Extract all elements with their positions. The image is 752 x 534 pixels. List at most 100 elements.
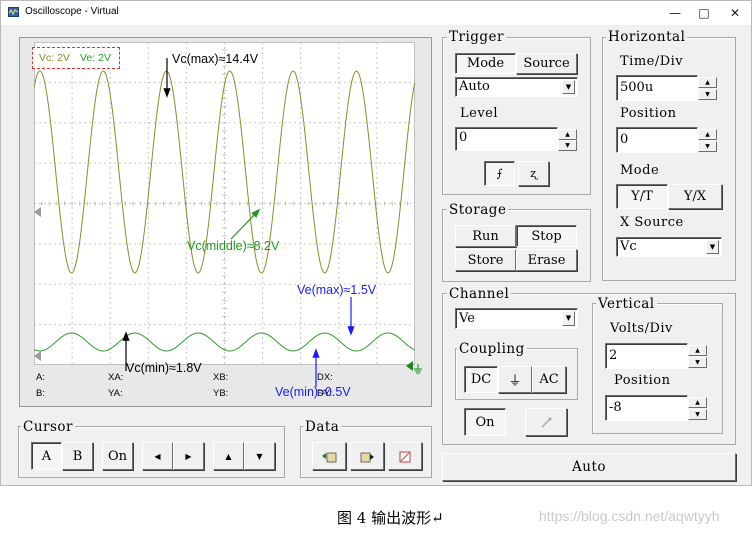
spin-up-icon[interactable]: ▲ xyxy=(688,345,707,356)
yx-mode-button[interactable]: Y/X xyxy=(668,184,722,209)
maximize-button[interactable]: □ xyxy=(689,3,719,23)
vertical-title: Vertical xyxy=(596,296,657,312)
mode-label: Mode xyxy=(620,163,660,178)
vertical-position-spinner[interactable]: ▲ ▼ xyxy=(688,397,707,421)
scope-screen[interactable] xyxy=(34,42,415,365)
trigger-level-label: Level xyxy=(460,106,499,121)
cursor-on-button[interactable]: On xyxy=(102,442,133,470)
waveform-graph xyxy=(34,42,415,365)
trigger-title: Trigger xyxy=(447,29,507,45)
arrow-down-icon: ▼ xyxy=(256,451,263,461)
auto-button[interactable]: Auto xyxy=(442,453,736,481)
figure-caption: 图 4 输出波形↵ xyxy=(337,509,444,527)
cursor-up-button[interactable]: ▲ xyxy=(213,442,244,470)
cursor-left-button[interactable]: ◀ xyxy=(142,442,173,470)
channel-on-button[interactable]: On xyxy=(464,408,506,436)
volts-div-input[interactable]: 2 xyxy=(605,343,688,369)
title-bar: Oscilloscope - Virtual — □ ✕ xyxy=(1,1,751,25)
channel-select[interactable]: Ve ▼ xyxy=(455,308,578,329)
stop-button[interactable]: Stop xyxy=(516,225,577,247)
data-load-button[interactable] xyxy=(312,442,346,470)
scope-grid xyxy=(34,42,415,365)
save-data-icon xyxy=(360,452,374,462)
meas-xa: XA: xyxy=(108,372,124,383)
probe-icon xyxy=(541,417,552,428)
spin-down-icon[interactable]: ▼ xyxy=(558,140,577,151)
watermark-text: https://blog.csdn.net/aqwtyyh xyxy=(539,508,720,524)
yt-mode-button[interactable]: Y/T xyxy=(616,184,668,209)
horizontal-position-input[interactable]: 0 xyxy=(616,127,698,153)
horizontal-title: Horizontal xyxy=(606,29,688,45)
chevron-down-icon[interactable]: ▼ xyxy=(562,80,575,94)
time-div-input[interactable]: 500u xyxy=(616,75,698,101)
cursor-title: Cursor xyxy=(21,419,75,435)
cursor-b-button[interactable]: B xyxy=(62,442,93,470)
spin-up-icon[interactable]: ▲ xyxy=(688,397,707,408)
x-source-select[interactable]: Vc ▼ xyxy=(616,237,722,257)
arrow-left-icon: ◀ xyxy=(154,451,161,461)
ac-coupling-button[interactable]: AC xyxy=(532,366,566,393)
coupling-label: Coupling xyxy=(457,341,527,357)
data-save-button[interactable] xyxy=(350,442,384,470)
ve-scale-tag: Ve: 2V xyxy=(80,52,111,64)
spin-up-icon[interactable]: ▲ xyxy=(698,129,717,140)
meas-b: B: xyxy=(36,388,45,399)
clear-data-icon xyxy=(399,451,411,462)
cursor-down-button[interactable]: ▼ xyxy=(244,442,275,470)
rising-edge-button[interactable]: ⨍ xyxy=(484,161,515,186)
spin-up-icon[interactable]: ▲ xyxy=(698,77,717,88)
chevron-down-icon[interactable]: ▼ xyxy=(706,240,719,254)
spin-down-icon[interactable]: ▼ xyxy=(688,357,707,368)
channel-scale-box: Vc: 2V Ve: 2V xyxy=(32,47,120,69)
meas-xb: XB: xyxy=(213,372,229,383)
erase-button[interactable]: Erase xyxy=(516,249,577,271)
spin-down-icon[interactable]: ▼ xyxy=(688,409,707,420)
ve-max-annotation: Ve(max)≈1.5V xyxy=(297,283,377,297)
vc-middle-annotation: Vc(middle)≈8.2V xyxy=(187,239,280,253)
spin-down-icon[interactable]: ▼ xyxy=(698,89,717,100)
trigger-level-input[interactable]: 0 xyxy=(455,127,558,151)
oscilloscope-app-icon xyxy=(8,7,19,17)
rising-edge-icon: ⨍ xyxy=(496,167,503,180)
dc-coupling-button[interactable]: DC xyxy=(464,366,498,393)
arrow-up-icon: ▲ xyxy=(225,451,232,461)
window-title: Oscilloscope - Virtual xyxy=(25,6,119,17)
arrow-right-icon: ▶ xyxy=(185,451,192,461)
time-div-label: Time/Div xyxy=(620,54,684,69)
trigger-level-spinner[interactable]: ▲ ▼ xyxy=(558,129,577,151)
trigger-select-value: Auto xyxy=(459,79,490,94)
cursor-right-button[interactable]: ▶ xyxy=(173,442,204,470)
horizontal-position-spinner[interactable]: ▲ ▼ xyxy=(698,129,717,153)
run-button[interactable]: Run xyxy=(455,225,516,247)
spin-down-icon[interactable]: ▼ xyxy=(698,141,717,152)
trigger-select[interactable]: Auto ▼ xyxy=(455,77,578,97)
x-source-value: Vc xyxy=(620,239,637,254)
channel-probe-button[interactable] xyxy=(525,408,567,436)
meas-yb: YB: xyxy=(213,388,229,399)
storage-title: Storage xyxy=(447,202,509,218)
gnd-coupling-button[interactable]: ⏚ xyxy=(498,366,532,393)
meas-ya: YA: xyxy=(108,388,123,399)
vertical-position-input[interactable]: -8 xyxy=(605,395,688,421)
minimize-button[interactable]: — xyxy=(660,3,690,23)
vertical-position-label: Position xyxy=(614,373,671,388)
data-clear-button[interactable] xyxy=(388,442,422,470)
meas-dx: DX: xyxy=(317,372,333,383)
chevron-down-icon[interactable]: ▼ xyxy=(562,311,575,326)
falling-edge-icon: ʐ xyxy=(530,167,537,180)
trigger-mode-button[interactable]: Mode xyxy=(455,53,516,74)
load-data-icon xyxy=(322,452,337,462)
falling-edge-button[interactable]: ʐ xyxy=(518,161,549,186)
close-button[interactable]: ✕ xyxy=(720,3,750,23)
time-div-spinner[interactable]: ▲ ▼ xyxy=(698,77,717,101)
vc-scale-tag: Vc: 2V xyxy=(39,52,70,64)
volts-div-label: Volts/Div xyxy=(610,321,673,336)
trigger-source-button[interactable]: Source xyxy=(516,53,577,74)
spin-up-icon[interactable]: ▲ xyxy=(558,129,577,140)
cursor-a-button[interactable]: A xyxy=(31,442,62,470)
ve-min-annotation: Ve(min)≈0.5V xyxy=(275,385,351,399)
store-button[interactable]: Store xyxy=(455,249,516,271)
volts-div-spinner[interactable]: ▲ ▼ xyxy=(688,345,707,369)
channel-title: Channel xyxy=(447,286,512,302)
horizontal-position-label: Position xyxy=(620,106,677,121)
